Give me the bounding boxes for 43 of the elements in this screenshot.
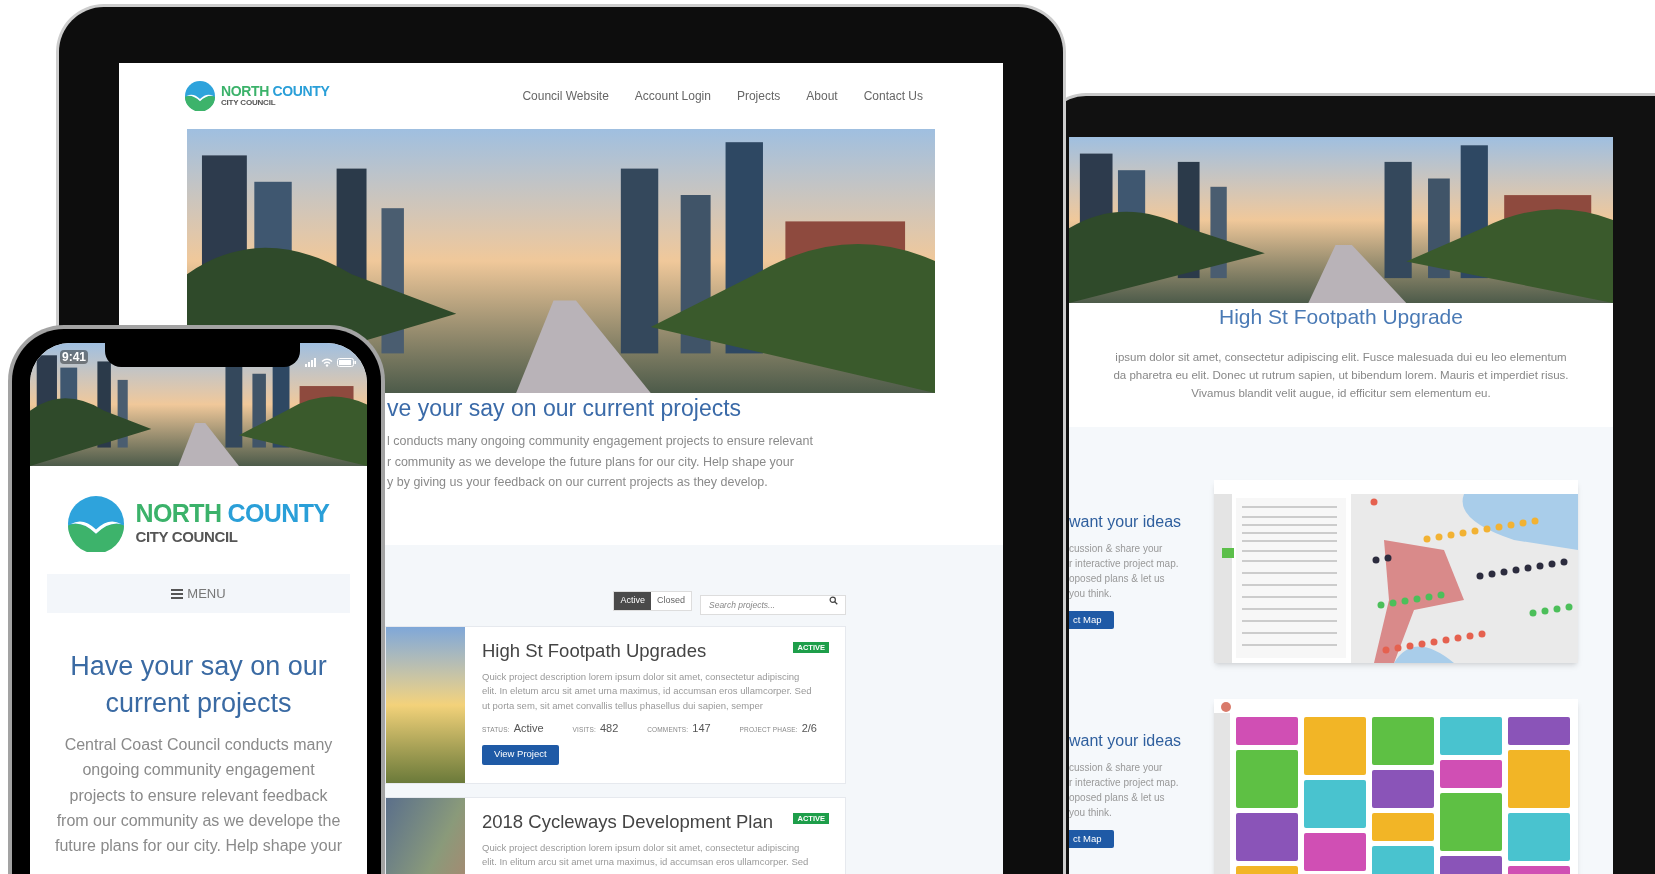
logo-icon xyxy=(67,496,124,552)
nav-link[interactable]: Council Website xyxy=(522,87,609,105)
filter-tab[interactable]: Active xyxy=(614,591,651,610)
view-project-button[interactable]: View Project xyxy=(482,744,559,765)
nav-link[interactable]: Contact Us xyxy=(863,87,923,105)
page-heading: Have your say on our current projects xyxy=(69,650,328,720)
search-field[interactable]: Search projects... xyxy=(700,594,846,615)
stat-value: Active xyxy=(513,721,544,736)
project-description: Quick project description lorem ipsum dolor sit amet, consectetur adipiscing elit. In eletum arcu sit amet urna maximus, id accumsan eros ullamcorper. Sed ut porta sem, sit amet convallis tellus phasellus dui sapien, semper xyxy=(482,669,812,713)
intro-paragraph: ipsum dolor sit amet, consectetur adipiscing elit. Fusce malesuada dui eu leo elementum da pharetra eu elit. Donec ut rutrum sapien, ut bibendum lorem. Mauris et imperdiet risus. Vivamus blandit velit augue, id efficitur sem elementum eu. xyxy=(1112,350,1570,401)
section-text: cussion & share your r interactive project map. oposed plans & let us you think. xyxy=(1069,761,1179,820)
project-description: Quick project description lorem ipsum dolor sit amet, consectetur adipiscing elit. In elitum arcu sit amet urna maximus, id accumsan eros ullamcorper. Sed xyxy=(482,840,809,869)
section-heading: want your ideas xyxy=(1069,512,1182,532)
project-title: High St Footpath Upgrades xyxy=(482,638,707,663)
nav-link[interactable]: About xyxy=(806,87,838,105)
section-text: cussion & share your r interactive project map. oposed plans & let us you think. xyxy=(1069,542,1179,601)
logo-text: COUNTY xyxy=(227,501,330,527)
status-time: 9:41 xyxy=(60,350,89,364)
map-button[interactable]: ct Map xyxy=(1069,611,1114,629)
logo-icon xyxy=(185,81,215,111)
signal-icon xyxy=(305,358,317,367)
logo-subtitle: CITY COUNCIL xyxy=(221,98,277,108)
page-heading: High St Footpath Upgrade xyxy=(1218,304,1464,330)
logo-text: NORTH xyxy=(135,501,222,527)
logo-text: NORTH xyxy=(221,84,270,98)
logo-subtitle: CITY COUNCIL xyxy=(135,528,239,547)
stat-value: 482 xyxy=(599,721,619,736)
stat-value: 2/6 xyxy=(801,721,817,736)
battery-icon xyxy=(337,358,357,367)
wifi-icon xyxy=(321,358,333,367)
page-heading: ve your say on our current projects xyxy=(387,394,743,423)
stat-value: 147 xyxy=(692,721,711,736)
search-icon[interactable] xyxy=(829,596,838,605)
map-button[interactable]: ct Map xyxy=(1069,830,1114,848)
menu-button[interactable]: MENU xyxy=(47,574,350,613)
logo-text: COUNTY xyxy=(272,84,330,98)
nav-link[interactable]: Account Login xyxy=(634,87,711,105)
intro-paragraph: l conducts many ongoing community engagement projects to ensure relevant r community as we develope the future plans for our city. Help shape your y by giving us your feedback on our current projects as they develop. xyxy=(387,433,814,491)
menu-icon xyxy=(171,588,184,599)
project-title: 2018 Cycleways Development Plan xyxy=(482,809,773,834)
nav-link[interactable]: Projects xyxy=(736,87,781,105)
section-heading: want your ideas xyxy=(1069,731,1182,751)
intro-paragraph: Central Coast Council conducts many ongoing community engagement projects to ensure relevant feedback from our community as we develope the future plans for our city. Help shape your xyxy=(54,735,343,857)
